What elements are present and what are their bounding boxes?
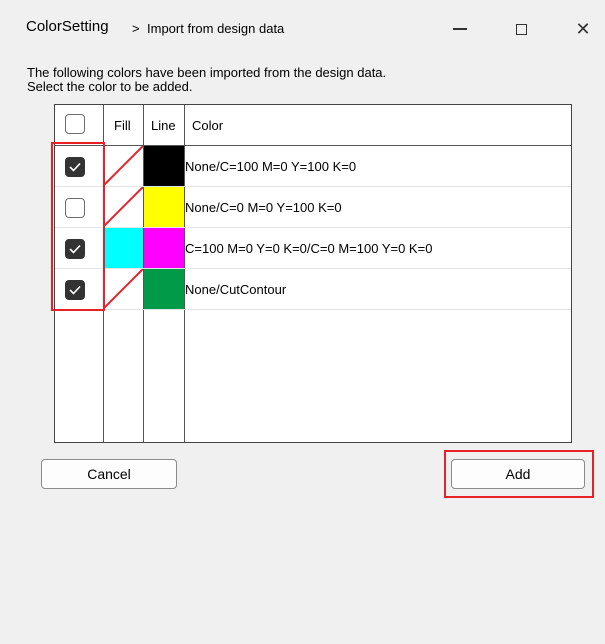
instruction-text: The following colors have been imported … [27,66,386,94]
checkmark-icon [69,162,81,172]
add-button[interactable]: Add [451,459,585,489]
fill-swatch [102,186,144,228]
checkmark-icon [69,244,81,254]
color-value: None/C=0 M=0 Y=100 K=0 [185,200,342,215]
line-swatch [144,228,184,268]
color-value: None/C=100 M=0 Y=100 K=0 [185,159,357,174]
fill-swatch [103,228,143,268]
line-swatch [144,146,184,186]
table-row[interactable]: C=100 M=0 Y=0 K=0/C=0 M=100 Y=0 K=0 [55,228,571,269]
minimize-icon [453,28,467,30]
row-checkbox[interactable] [65,198,85,218]
checkmark-icon [69,285,81,295]
cancel-button[interactable]: Cancel [41,459,177,489]
no-color-slash-icon [102,186,144,228]
color-value: C=100 M=0 Y=0 K=0/C=0 M=100 Y=0 K=0 [185,241,433,256]
row-divider [55,309,571,310]
line-swatch [144,187,184,227]
minimize-button[interactable] [437,10,483,48]
close-icon: ✕ [575,19,591,39]
line-swatch [144,269,184,309]
color-value: None/CutContour [185,282,287,297]
table-row[interactable]: None/C=100 M=0 Y=100 K=0 [55,145,571,187]
line-column-header: Line [151,118,176,133]
row-checkbox[interactable] [65,280,85,300]
title-separator: > [132,21,140,36]
row-checkbox[interactable] [65,239,85,259]
maximize-button[interactable] [498,10,544,48]
fill-column-header: Fill [114,118,131,133]
window-title: ColorSetting [26,18,109,35]
instruction-line-2: Select the color to be added. [27,79,193,94]
instruction-line-1: The following colors have been imported … [27,65,387,80]
row-checkbox[interactable] [65,157,85,177]
color-column-header: Color [192,118,224,133]
close-button[interactable]: ✕ [560,10,605,48]
maximize-icon [515,23,527,35]
fill-swatch [102,145,144,187]
fill-swatch [102,268,144,310]
title-bar: ColorSetting > Import from design data ✕ [0,0,605,56]
table-row[interactable]: None/C=0 M=0 Y=100 K=0 [55,186,571,228]
no-color-slash-icon [102,145,144,187]
table-row[interactable]: None/CutContour [55,268,571,310]
color-list-table: Fill Line Color None/C=100 M=0 Y=100 K=0… [54,104,572,443]
select-all-checkbox[interactable] [65,114,85,134]
window-subtitle: Import from design data [147,21,285,36]
no-color-slash-icon [102,268,144,310]
